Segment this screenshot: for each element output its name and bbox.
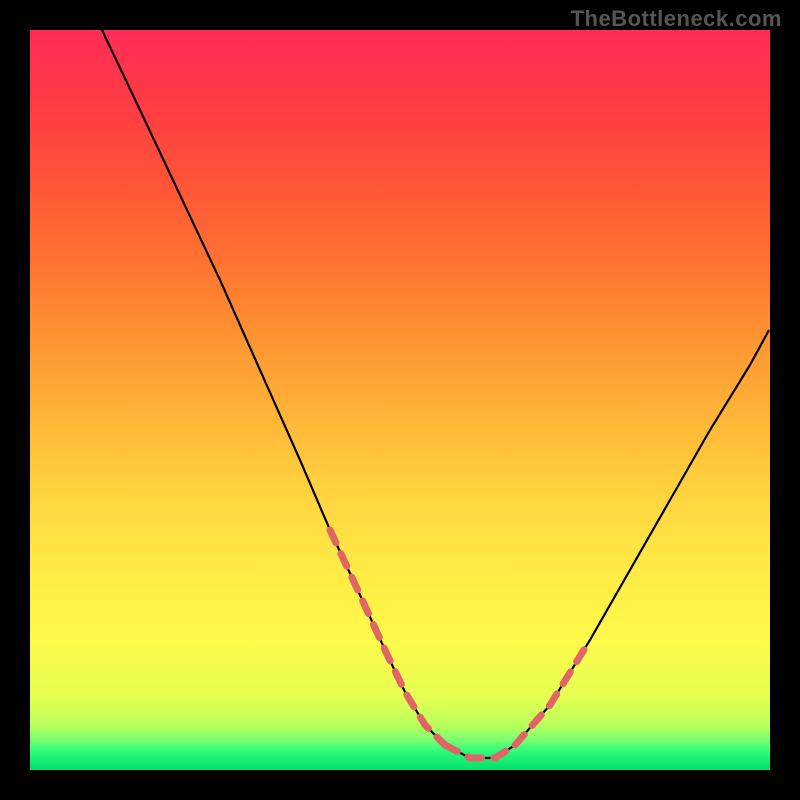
- highlight-left: [330, 530, 445, 745]
- highlight-right: [515, 640, 590, 745]
- plot-area: [30, 30, 770, 770]
- curve-svg: [30, 30, 770, 770]
- chart-frame: TheBottleneck.com: [0, 0, 800, 800]
- watermark-text: TheBottleneck.com: [571, 6, 782, 32]
- highlight-bottom: [445, 745, 515, 758]
- bottleneck-curve: [102, 30, 769, 758]
